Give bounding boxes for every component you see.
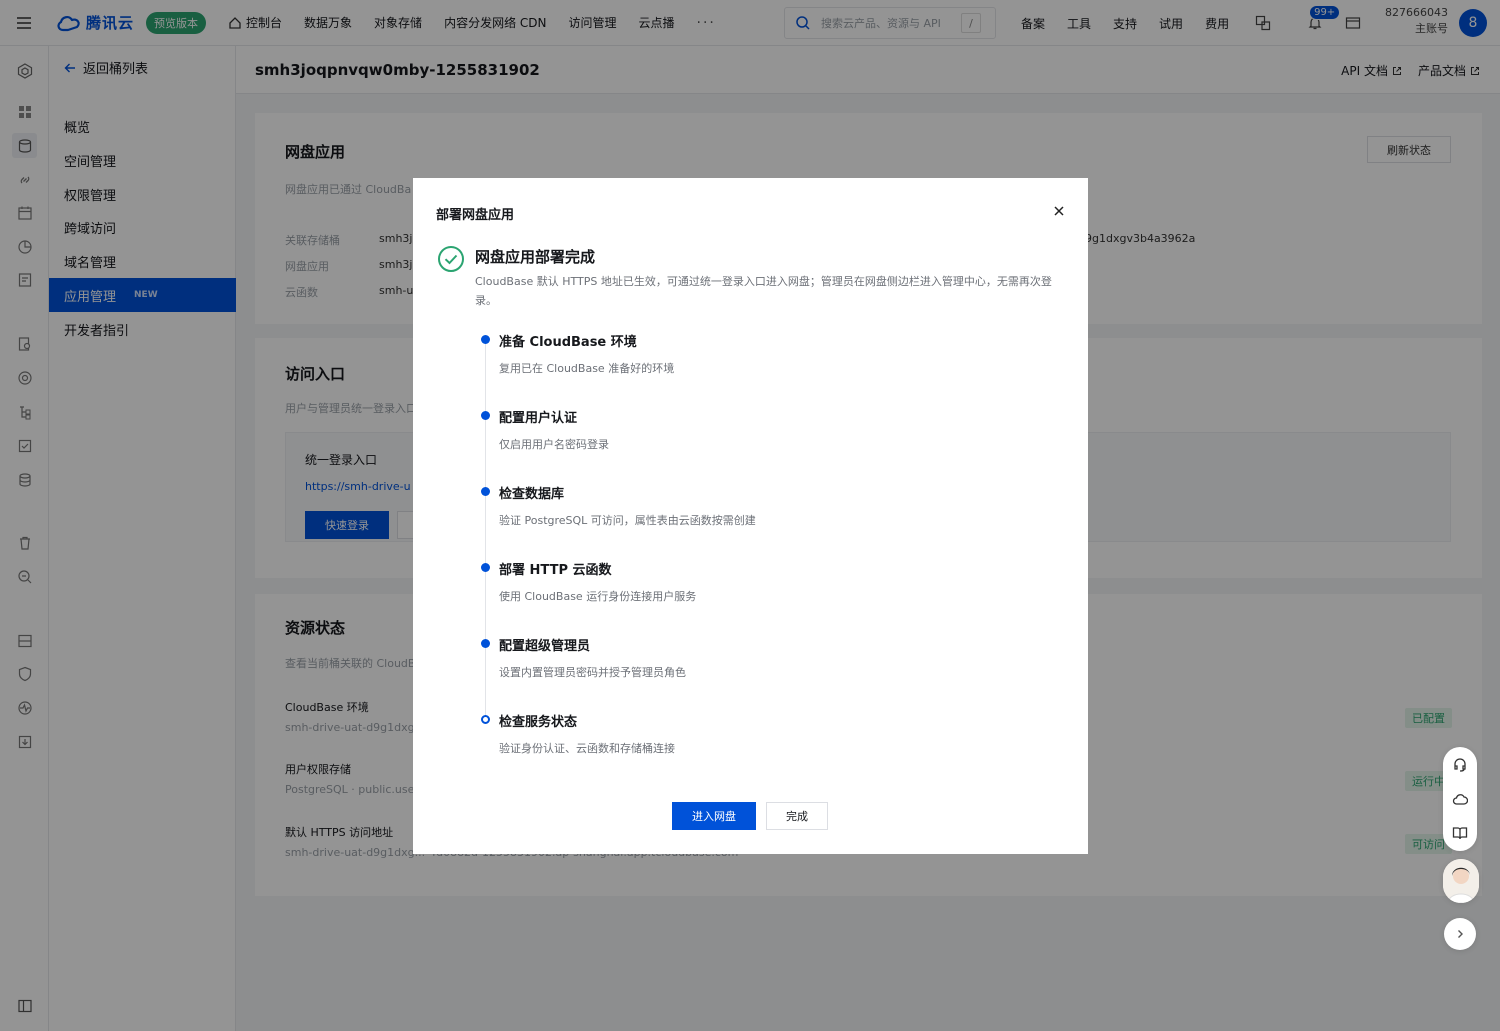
- step-desc: 复用已在 CloudBase 准备好的环境: [499, 362, 675, 375]
- close-icon[interactable]: [1052, 204, 1066, 218]
- enter-drive-button[interactable]: 进入网盘: [672, 802, 756, 830]
- assistant-avatar[interactable]: [1443, 859, 1479, 903]
- step-dot: [481, 639, 490, 648]
- step-title: 检查服务状态: [499, 715, 578, 730]
- cloud-icon[interactable]: [1452, 791, 1468, 807]
- floating-help-panel: [1443, 747, 1477, 851]
- step-desc: 仅启用用户名密码登录: [499, 438, 609, 451]
- result-desc: CloudBase 默认 HTTPS 地址已生效，可通过统一登录入口进入网盘；管…: [475, 275, 1052, 307]
- step-dot-pending: [481, 715, 490, 724]
- success-check-icon: [438, 246, 464, 272]
- step-desc: 验证身份认证、云函数和存储桶连接: [499, 742, 675, 755]
- step-title: 检查数据库: [499, 487, 565, 502]
- step-dot: [481, 563, 490, 572]
- assistant-avatar-icon: [1443, 859, 1479, 903]
- book-icon[interactable]: [1452, 825, 1468, 841]
- result-title: 网盘应用部署完成: [475, 248, 596, 266]
- step-title: 配置用户认证: [499, 411, 578, 426]
- step-desc: 验证 PostgreSQL 可访问，属性表由云函数按需创建: [499, 514, 756, 527]
- step-dot: [481, 487, 490, 496]
- step-desc: 设置内置管理员密码并授予管理员角色: [499, 666, 686, 679]
- step-title: 部署 HTTP 云函数: [499, 563, 612, 578]
- chevron-right-icon[interactable]: [1444, 918, 1476, 950]
- headset-icon[interactable]: [1452, 757, 1468, 773]
- step-desc: 使用 CloudBase 运行身份连接用户服务: [499, 590, 697, 603]
- step-title: 准备 CloudBase 环境: [499, 335, 637, 350]
- modal-title: 部署网盘应用: [436, 208, 515, 223]
- step-dot: [481, 411, 490, 420]
- done-button[interactable]: 完成: [766, 802, 828, 830]
- timeline-line: [485, 340, 486, 720]
- step-title: 配置超级管理员: [499, 639, 591, 654]
- step-dot: [481, 335, 490, 344]
- deploy-modal: 部署网盘应用 网盘应用部署完成 CloudBase 默认 HTTPS 地址已生效…: [413, 178, 1088, 854]
